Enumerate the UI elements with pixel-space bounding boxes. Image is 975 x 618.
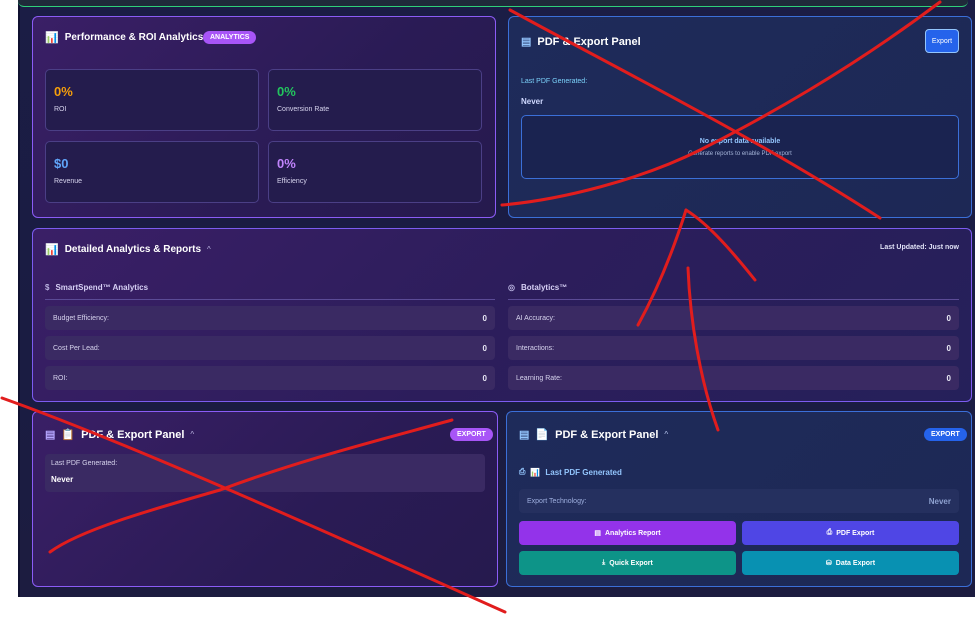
collapse-chevron-icon[interactable]: ^ bbox=[664, 430, 668, 439]
pdf-left-last-value: Never bbox=[51, 475, 74, 484]
metric-conversion-value: 0% bbox=[277, 84, 296, 99]
pdf-left-last-box: Last PDF Generated: Never bbox=[45, 454, 485, 492]
analytics-report-label: Analytics Report bbox=[605, 529, 661, 537]
learning-rate-value: 0 bbox=[946, 373, 951, 383]
metric-revenue-value: $0 bbox=[54, 156, 69, 171]
cost-per-lead-value: 0 bbox=[482, 343, 487, 353]
detailed-title-text: Detailed Analytics & Reports bbox=[64, 244, 202, 255]
export-technology-row: Export Technology: Never bbox=[519, 489, 959, 513]
document-icon: ▤ bbox=[45, 429, 56, 441]
empty-export-subtitle: Generate reports to enable PDF export bbox=[688, 151, 792, 157]
budget-efficiency-value: 0 bbox=[482, 313, 487, 323]
botalytics-title-text: Botalytics™ bbox=[520, 283, 568, 292]
data-export-button[interactable]: ⛁ Data Export bbox=[742, 551, 959, 575]
top-card-edge bbox=[18, 0, 968, 7]
metric-roi-label: ROI bbox=[54, 106, 67, 113]
smartspend-title-text: SmartSpend™ Analytics bbox=[55, 283, 149, 292]
performance-title-text: Performance & ROI Analytics bbox=[64, 32, 204, 43]
ai-accuracy-label: AI Accuracy: bbox=[516, 314, 555, 322]
empty-export-title: No export data available bbox=[699, 138, 781, 145]
smartspend-divider bbox=[45, 299, 495, 300]
document-icon: ▤ bbox=[521, 36, 532, 48]
printer-icon: ⎙ bbox=[519, 467, 526, 476]
left-edge-rule bbox=[18, 0, 20, 597]
pdf-export-label: PDF Export bbox=[836, 529, 875, 537]
pdf-export-panel-left: ▤ 📋 PDF & Export Panel ^ EXPORT Last PDF… bbox=[32, 411, 498, 587]
pdf-top-title-text: PDF & Export Panel bbox=[537, 35, 641, 48]
download-icon: ⤓ bbox=[602, 559, 606, 566]
clipboard-icon: 📋 bbox=[61, 429, 76, 441]
chart-icon: 📊 bbox=[530, 467, 541, 477]
metric-revenue-label: Revenue bbox=[54, 178, 83, 185]
roi-label: ROI: bbox=[53, 374, 68, 382]
table-row: Interactions: 0 bbox=[508, 336, 959, 360]
collapse-chevron-icon[interactable]: ^ bbox=[207, 245, 211, 254]
learning-rate-label: Learning Rate: bbox=[516, 374, 562, 382]
pdf-right-section-title-text: Last PDF Generated bbox=[545, 467, 622, 477]
export-technology-value: Never bbox=[928, 496, 951, 506]
smartspend-title: $ SmartSpend™ Analytics bbox=[45, 283, 148, 292]
metric-conversion: 0% Conversion Rate bbox=[268, 69, 482, 131]
performance-card: 📊 Performance & ROI Analytics ANALYTICS … bbox=[32, 16, 496, 218]
pdf-export-panel-top: ▤ PDF & Export Panel Export Last PDF Gen… bbox=[508, 16, 972, 218]
pdf-export-panel-right: ▤ 📄 PDF & Export Panel ^ EXPORT ⎙ 📊 Last… bbox=[506, 411, 972, 587]
table-row: Budget Efficiency: 0 bbox=[45, 306, 495, 330]
table-row: Cost Per Lead: 0 bbox=[45, 336, 495, 360]
pdf-right-title: ▤ 📄 PDF & Export Panel ^ bbox=[519, 428, 668, 442]
botalytics-title: ◎ Botalytics™ bbox=[508, 283, 567, 292]
budget-efficiency-label: Budget Efficiency: bbox=[53, 314, 109, 322]
pdf-left-title: ▤ 📋 PDF & Export Panel ^ bbox=[45, 428, 194, 442]
pdf-top-last-value: Never bbox=[521, 97, 544, 106]
metric-roi: 0% ROI bbox=[45, 69, 259, 131]
metric-revenue: $0 Revenue bbox=[45, 141, 259, 203]
data-export-label: Data Export bbox=[835, 559, 876, 567]
pdf-right-section-title: ⎙ 📊 Last PDF Generated bbox=[519, 467, 622, 477]
roi-value: 0 bbox=[482, 373, 487, 383]
detailed-analytics-card: 📊 Detailed Analytics & Reports ^ Last Up… bbox=[32, 228, 972, 402]
database-icon: ⛁ bbox=[825, 560, 832, 567]
last-updated-text: Last Updated: Just now bbox=[880, 244, 959, 251]
interactions-value: 0 bbox=[946, 343, 951, 353]
export-technology-label: Export Technology: bbox=[527, 497, 587, 505]
export-badge: EXPORT bbox=[450, 428, 493, 441]
pdf-top-last-label: Last PDF Generated: bbox=[521, 78, 588, 85]
collapse-chevron-icon[interactable]: ^ bbox=[190, 430, 194, 439]
document-icon: ▤ bbox=[519, 429, 530, 441]
page-icon: 📄 bbox=[535, 429, 550, 441]
metric-efficiency: 0% Efficiency bbox=[268, 141, 482, 203]
pdf-export-button[interactable]: ⎙ PDF Export bbox=[742, 521, 959, 545]
analytics-report-button[interactable]: ▤ Analytics Report bbox=[519, 521, 736, 545]
metric-efficiency-value: 0% bbox=[277, 156, 296, 171]
performance-title: 📊 Performance & ROI Analytics bbox=[45, 31, 203, 44]
botalytics-divider bbox=[508, 299, 959, 300]
pdf-left-last-label: Last PDF Generated: bbox=[51, 460, 118, 467]
metric-roi-value: 0% bbox=[54, 84, 73, 99]
pdf-left-title-text: PDF & Export Panel bbox=[81, 428, 185, 441]
pdf-top-title: ▤ PDF & Export Panel bbox=[521, 35, 641, 49]
cost-per-lead-label: Cost Per Lead: bbox=[53, 344, 100, 352]
table-row: Learning Rate: 0 bbox=[508, 366, 959, 390]
metric-conversion-label: Conversion Rate bbox=[277, 106, 330, 113]
table-row: ROI: 0 bbox=[45, 366, 495, 390]
target-icon: ◎ bbox=[508, 283, 515, 292]
printer-icon: ⎙ bbox=[826, 529, 833, 536]
table-row: AI Accuracy: 0 bbox=[508, 306, 959, 330]
bar-chart-icon: 📊 bbox=[45, 244, 59, 256]
export-button[interactable]: Export bbox=[925, 29, 959, 53]
metric-efficiency-label: Efficiency bbox=[277, 178, 307, 185]
analytics-badge: ANALYTICS bbox=[203, 31, 257, 44]
export-badge: EXPORT bbox=[924, 428, 967, 441]
pdf-right-title-text: PDF & Export Panel bbox=[555, 428, 659, 441]
detailed-title: 📊 Detailed Analytics & Reports ^ bbox=[45, 243, 211, 256]
quick-export-label: Quick Export bbox=[609, 559, 653, 567]
quick-export-button[interactable]: ⤓ Quick Export bbox=[519, 551, 736, 575]
dollar-icon: $ bbox=[45, 283, 50, 292]
report-icon: ▤ bbox=[594, 530, 601, 537]
bar-chart-icon: 📊 bbox=[45, 32, 59, 44]
ai-accuracy-value: 0 bbox=[946, 313, 951, 323]
empty-export-state: No export data available Generate report… bbox=[521, 115, 959, 179]
interactions-label: Interactions: bbox=[516, 344, 555, 352]
